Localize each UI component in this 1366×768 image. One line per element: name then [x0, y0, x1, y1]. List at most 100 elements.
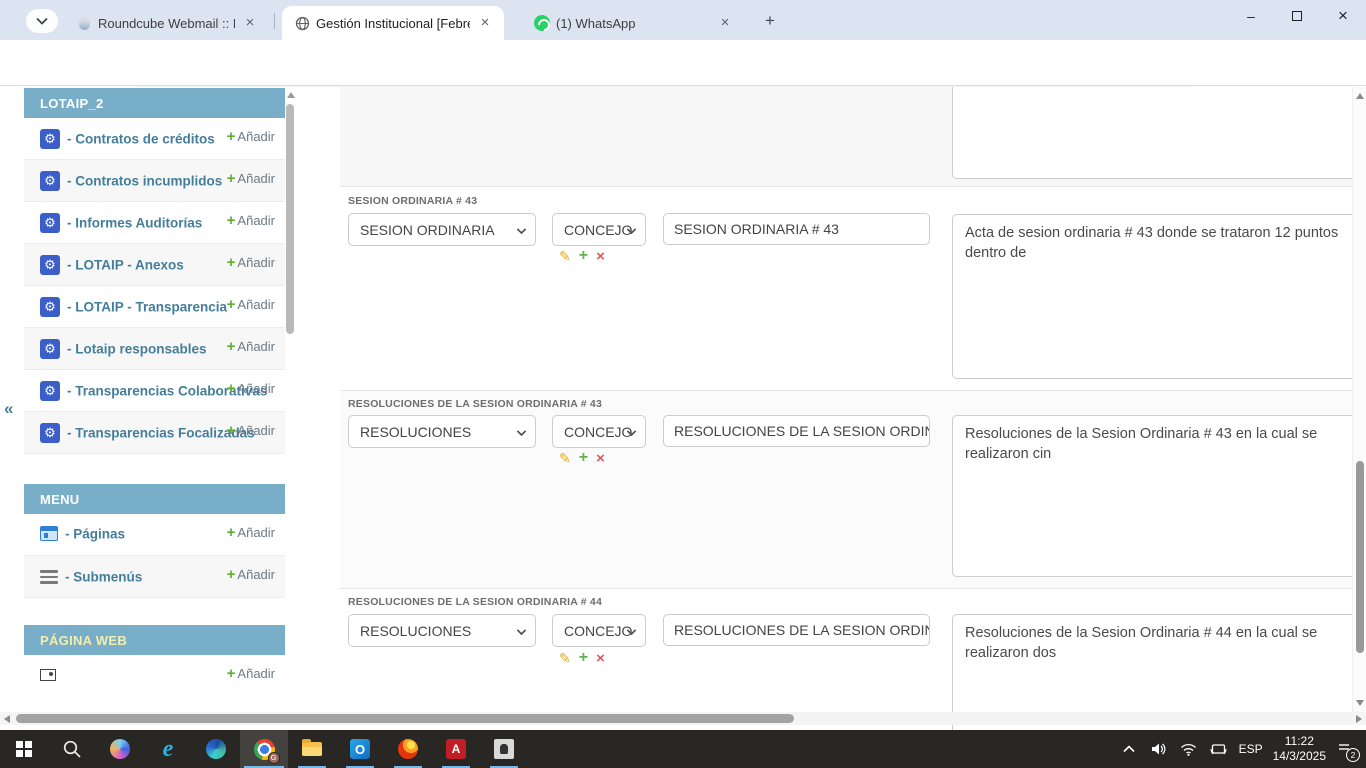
- sidebar-item-label[interactable]: - Submenús: [65, 569, 142, 584]
- sidebar-item-contratos-incumplidos[interactable]: ⚙- Contratos incumplidos +Añadir: [24, 160, 285, 202]
- sidebar-item-label[interactable]: - LOTAIP - Transparencia: [67, 300, 227, 315]
- internet-explorer-button[interactable]: e: [144, 730, 192, 768]
- add-link[interactable]: +Añadir: [227, 524, 275, 541]
- edit-icon[interactable]: ✎: [559, 248, 571, 265]
- edit-icon[interactable]: ✎: [559, 650, 571, 667]
- scroll-right-arrow-icon[interactable]: [1356, 715, 1362, 723]
- sidebar-item-paginas[interactable]: - Páginas +Añadir: [24, 514, 285, 556]
- title-input[interactable]: SESION ORDINARIA # 43: [663, 213, 930, 245]
- new-tab-button[interactable]: +: [760, 11, 780, 31]
- sidebar-item-label[interactable]: - LOTAIP - Anexos: [67, 258, 184, 273]
- sidebar-item-label[interactable]: - Páginas: [65, 526, 125, 541]
- edit-icon[interactable]: ✎: [559, 450, 571, 467]
- minimize-window-button[interactable]: –: [1228, 0, 1274, 32]
- file-explorer-button[interactable]: [288, 730, 336, 768]
- start-button[interactable]: [0, 730, 48, 768]
- add-link[interactable]: +Añadir: [227, 128, 275, 145]
- scroll-left-arrow-icon[interactable]: [4, 715, 10, 723]
- add-link[interactable]: +Añadir: [227, 422, 275, 439]
- sidebar-scrollbar-thumb[interactable]: [286, 104, 294, 334]
- sidebar-item-label[interactable]: - Contratos incumplidos: [67, 174, 222, 189]
- org-select[interactable]: CONCEJO: [552, 213, 646, 246]
- cast-display-button[interactable]: [1209, 743, 1229, 756]
- sidebar-item-label[interactable]: - Lotaip responsables: [67, 342, 207, 357]
- sidebar-item-partial[interactable]: +Añadir: [24, 655, 285, 684]
- description-textarea[interactable]: Resoluciones de la Sesion Ordinaria # 43…: [952, 415, 1352, 577]
- add-link[interactable]: +Añadir: [227, 254, 275, 271]
- sidebar-section-header-current: PÁGINA WEB: [24, 625, 285, 655]
- description-textarea[interactable]: [952, 87, 1352, 179]
- add-icon[interactable]: +: [579, 649, 588, 667]
- title-input[interactable]: RESOLUCIONES DE LA SESION ORDINARIA #: [663, 614, 930, 646]
- acrobat-button[interactable]: A: [432, 730, 480, 768]
- java-app-button[interactable]: [480, 730, 528, 768]
- sidebar-item-informes-auditorias[interactable]: ⚙- Informes Auditorías +Añadir: [24, 202, 285, 244]
- firefox-button[interactable]: [384, 730, 432, 768]
- add-link[interactable]: +Añadir: [227, 212, 275, 229]
- add-icon[interactable]: +: [579, 449, 588, 467]
- scroll-up-arrow-icon[interactable]: [287, 92, 295, 98]
- vertical-scrollbar-thumb[interactable]: [1356, 461, 1364, 653]
- close-tab-icon[interactable]: ×: [476, 14, 494, 32]
- type-select[interactable]: RESOLUCIONES: [348, 614, 536, 647]
- scroll-down-arrow-icon[interactable]: [1356, 700, 1364, 706]
- add-link[interactable]: +Añadir: [227, 566, 275, 583]
- org-select[interactable]: CONCEJO: [552, 415, 646, 448]
- delete-icon[interactable]: ×: [596, 450, 605, 467]
- sidebar-item-transparencias-colaborativas[interactable]: ⚙- Transparencias Colaborativas +Añadir: [24, 370, 285, 412]
- sidebar-item-lotaip-transparencia[interactable]: ⚙- LOTAIP - Transparencia +Añadir: [24, 286, 285, 328]
- sidebar-item-lotaip-responsables[interactable]: ⚙- Lotaip responsables +Añadir: [24, 328, 285, 370]
- close-tab-icon[interactable]: ×: [716, 14, 734, 32]
- vertical-scrollbar[interactable]: [1352, 87, 1366, 712]
- taskbar-search-button[interactable]: [48, 730, 96, 768]
- type-select[interactable]: RESOLUCIONES: [348, 415, 536, 448]
- tray-expand-button[interactable]: [1119, 745, 1139, 753]
- add-link[interactable]: +Añadir: [227, 170, 275, 187]
- media-icon: [40, 669, 56, 681]
- tab-gestion-institucional[interactable]: Gestión Institucional [Febrero-2 ×: [282, 6, 504, 40]
- title-input[interactable]: RESOLUCIONES DE LA SESION ORDINARIA #: [663, 415, 930, 447]
- org-select[interactable]: CONCEJO: [552, 614, 646, 647]
- add-link[interactable]: +Añadir: [227, 296, 275, 313]
- search-icon: [62, 739, 82, 759]
- sidebar-collapse-button[interactable]: «: [4, 399, 13, 419]
- outlook-button[interactable]: O: [336, 730, 384, 768]
- submenu-icon: [40, 567, 58, 587]
- delete-icon[interactable]: ×: [596, 248, 605, 265]
- sidebar-item-transparencias-focalizadas[interactable]: ⚙- Transparencias Focalizadas +Añadir: [24, 412, 285, 454]
- gear-icon: ⚙: [40, 255, 60, 275]
- chrome-button-active[interactable]: G: [240, 730, 288, 768]
- copilot-button[interactable]: [96, 730, 144, 768]
- sidebar-item-contratos-creditos[interactable]: ⚙- Contratos de créditos +Añadir: [24, 118, 285, 160]
- language-indicator[interactable]: ESP: [1239, 742, 1263, 756]
- delete-icon[interactable]: ×: [596, 650, 605, 667]
- maximize-window-button[interactable]: [1274, 0, 1320, 32]
- tab-search-button[interactable]: [26, 9, 58, 33]
- tab-whatsapp[interactable]: (1) WhatsApp ×: [522, 6, 744, 40]
- clock[interactable]: 11:22 14/3/2025: [1273, 734, 1326, 764]
- clock-date: 14/3/2025: [1273, 749, 1326, 764]
- sidebar-item-label[interactable]: - Contratos de créditos: [67, 132, 215, 147]
- edge-button[interactable]: [192, 730, 240, 768]
- wifi-button[interactable]: [1179, 743, 1199, 756]
- add-link[interactable]: +Añadir: [227, 380, 275, 397]
- chevron-down-icon: [517, 626, 527, 636]
- close-tab-icon[interactable]: ×: [241, 14, 259, 32]
- admin-sidebar: LOTAIP_2 ⚙- Contratos de créditos +Añadi…: [24, 88, 285, 684]
- volume-button[interactable]: [1149, 742, 1169, 756]
- scroll-up-arrow-icon[interactable]: [1356, 93, 1364, 99]
- close-window-button[interactable]: ×: [1320, 0, 1366, 32]
- description-textarea[interactable]: Acta de sesion ordinaria # 43 donde se t…: [952, 214, 1352, 379]
- add-link[interactable]: +Añadir: [227, 338, 275, 355]
- notification-center-button[interactable]: 2: [1336, 741, 1356, 757]
- type-select[interactable]: SESION ORDINARIA: [348, 213, 536, 246]
- horizontal-scrollbar[interactable]: [0, 712, 1366, 725]
- horizontal-scrollbar-thumb[interactable]: [16, 714, 794, 723]
- sidebar-item-lotaip-anexos[interactable]: ⚙ - LOTAIP - Anexos +Añadir: [24, 244, 285, 286]
- tab-roundcube[interactable]: Roundcube Webmail :: Enviados ×: [64, 6, 269, 40]
- sidebar-scrollbar[interactable]: [285, 88, 296, 713]
- sidebar-item-label[interactable]: - Informes Auditorías: [67, 216, 202, 231]
- add-icon[interactable]: +: [579, 247, 588, 265]
- sidebar-item-submenus[interactable]: - Submenús +Añadir: [24, 556, 285, 598]
- add-link[interactable]: +Añadir: [227, 665, 275, 682]
